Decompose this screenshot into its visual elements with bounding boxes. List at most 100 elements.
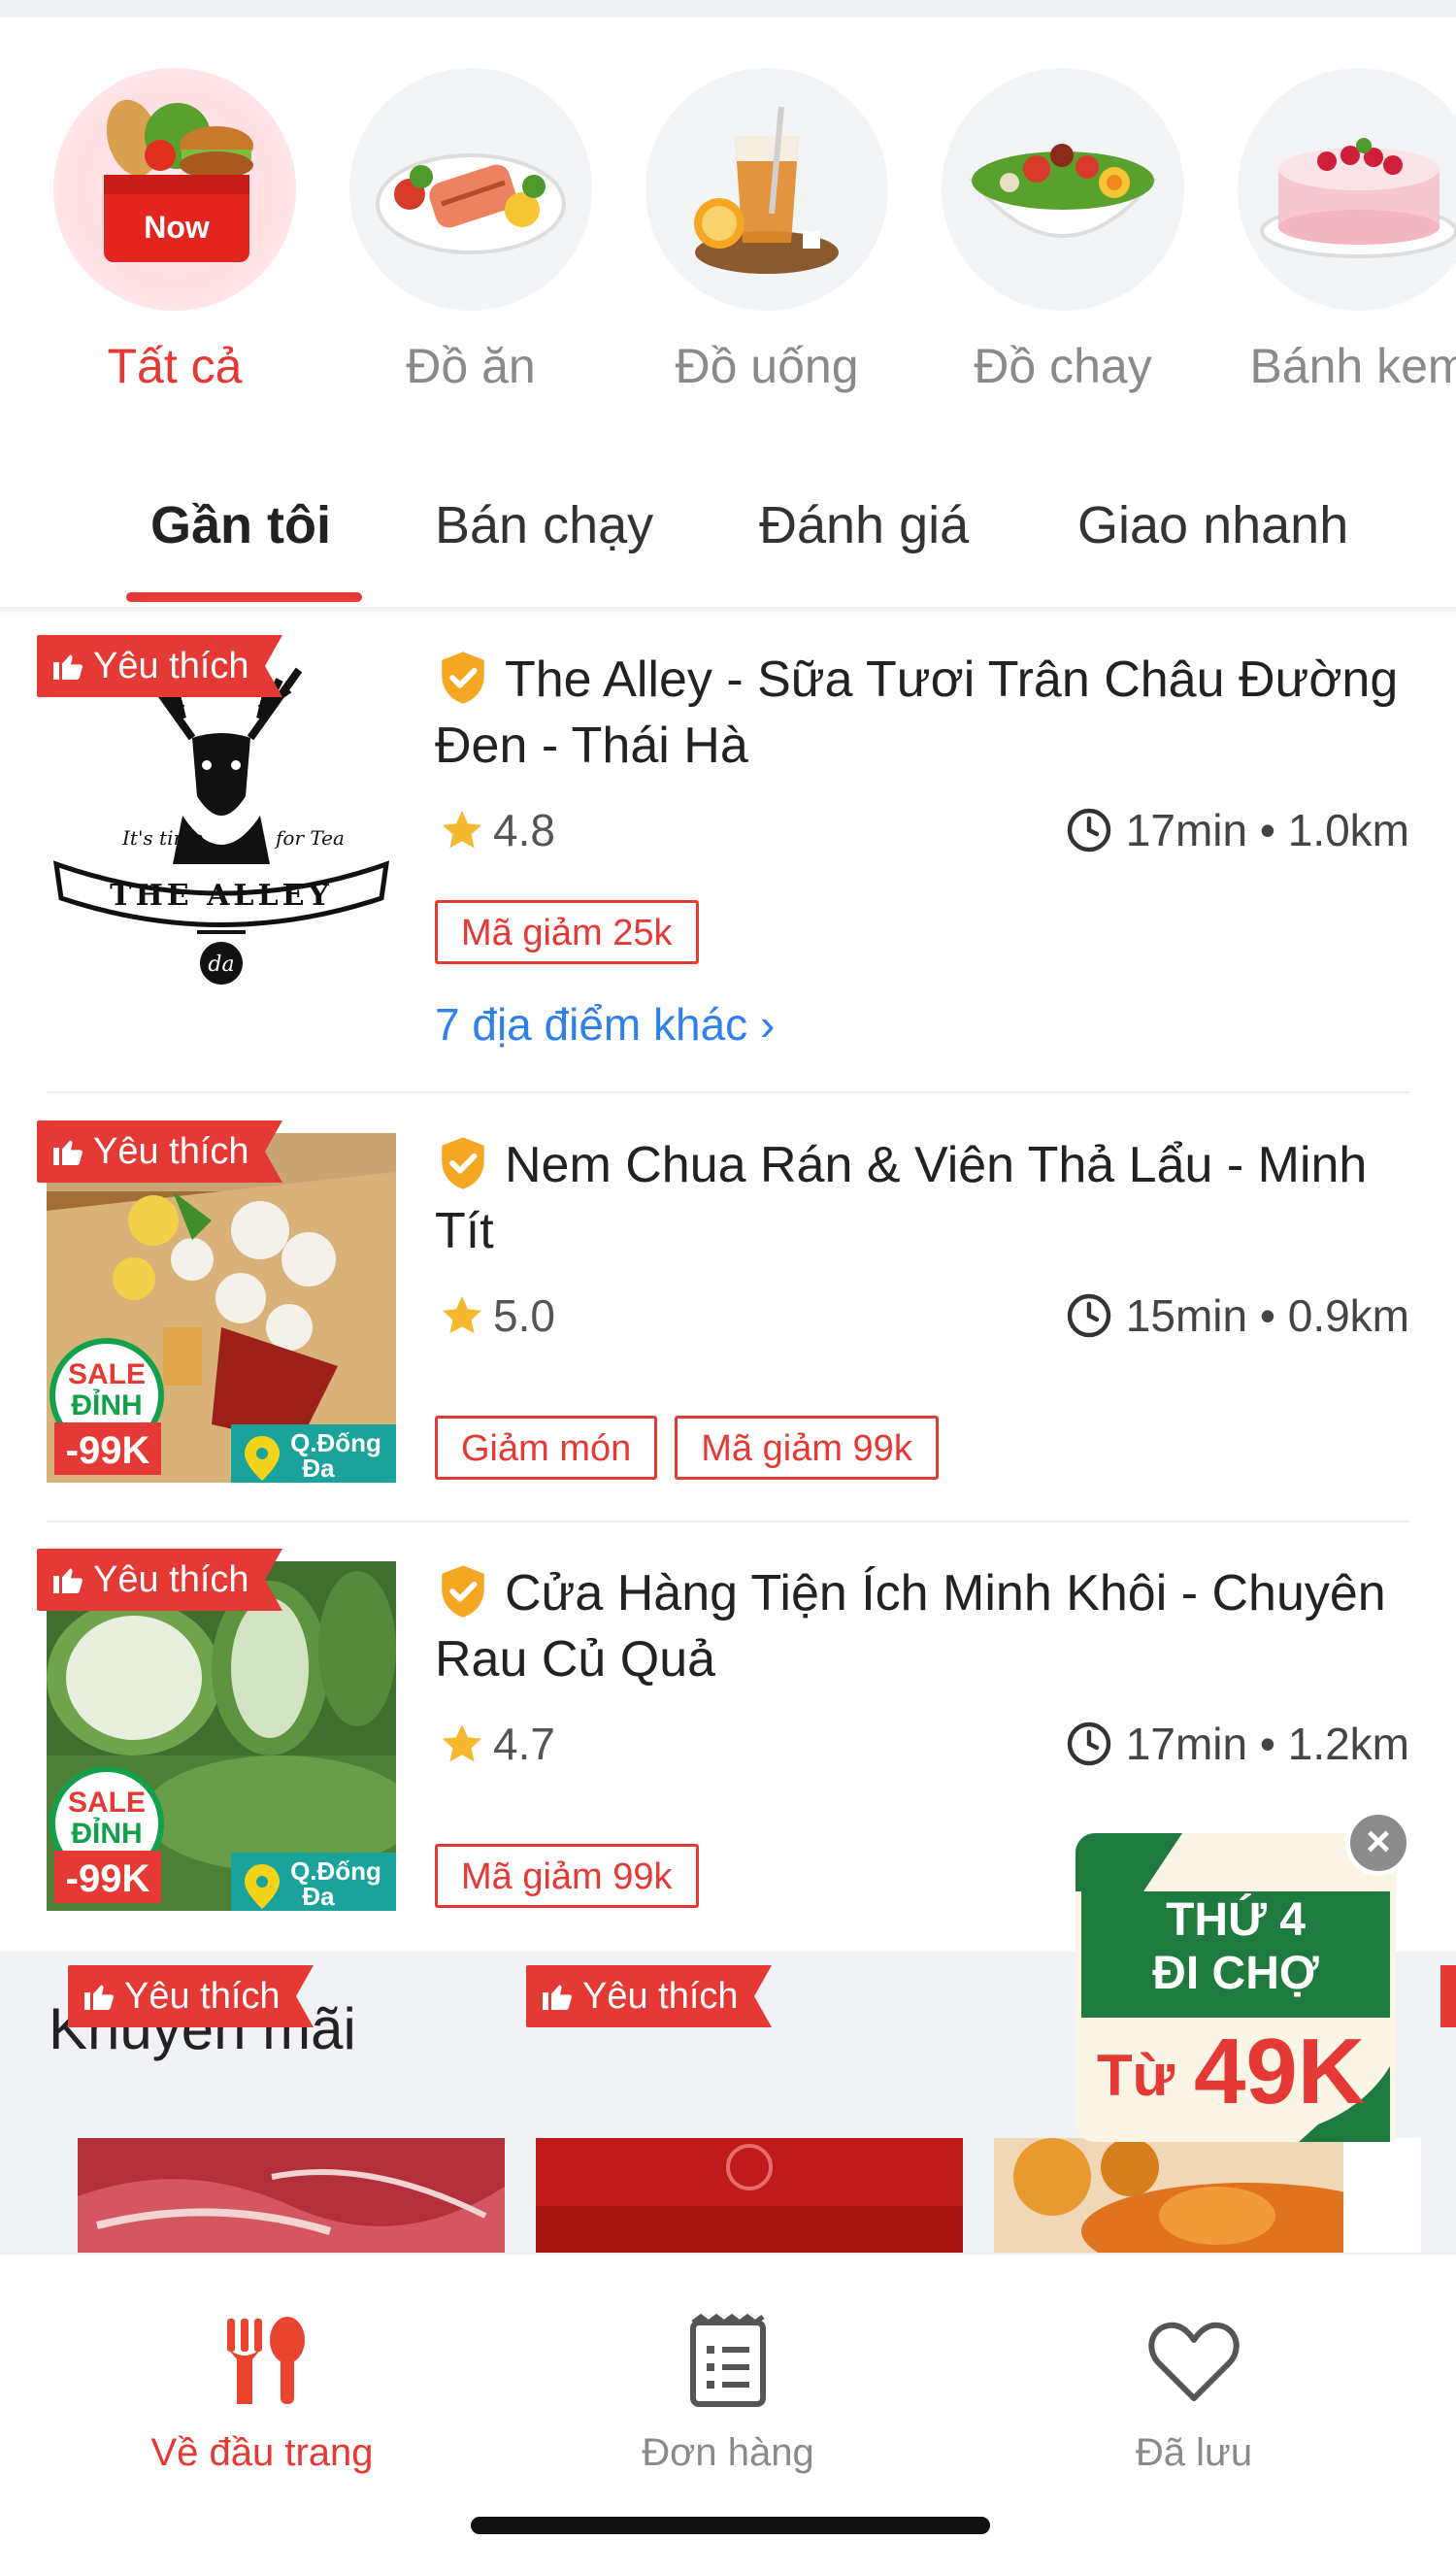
sale-badge-line2: ĐỈNH [71,1388,142,1421]
promo-card[interactable] [536,2138,963,2253]
nav-orders[interactable]: Đơn hàng [544,2313,912,2475]
star-icon [443,810,481,849]
category-label: Đồ chay [974,339,1152,393]
heart-icon [1148,2322,1240,2401]
tabs-shadow [0,607,1456,617]
favorite-badge: Yêu thích [68,1965,314,2027]
logo-mark: da [208,953,234,977]
logo-brand: THE ALLEY [110,879,333,913]
home-indicator [471,2517,990,2534]
promo-tag: Mã giảm 99k [675,1416,939,1480]
verified-shield-icon [442,1137,484,1189]
promo-tag: Mã giảm 99k [435,1844,699,1908]
thumbs-up-icon [543,1985,572,2010]
clock-icon [1067,808,1110,852]
category-label: Đồ ăn [406,339,536,393]
ad-price: 49K [1194,2020,1365,2123]
restaurant-thumbnail[interactable]: SALE ĐỈNH -99K Q.Đống Đa [47,1133,396,1483]
fork-spoon-icon [227,2317,305,2404]
promo-tags: Mã giảm 25k [435,900,716,964]
restaurant-title[interactable]: The Alley - Sữa Tươi Trân Châu Đường Đen… [435,647,1425,779]
category-label: Đồ uống [675,339,859,393]
category-cake[interactable]: Bánh kem [1233,58,1456,394]
restaurant-title[interactable]: Cửa Hàng Tiện Ích Minh Khôi - Chuyên Rau… [435,1560,1425,1692]
restaurant-name: The Alley - Sữa Tươi Trân Châu Đường Đen… [435,652,1399,774]
more-locations-link[interactable]: 7 địa điểm khác › [435,998,775,1051]
salad-bowl-icon [942,68,1184,311]
favorite-label: Yêu thích [582,1976,739,2017]
bottom-navigation: Về đầu trang Đơn hàng Đã lưu [0,2253,1456,2574]
nav-back-to-top[interactable]: Về đầu trang [78,2313,447,2475]
nav-saved[interactable]: Đã lưu [1009,2313,1378,2475]
grilled-salmon-plate-icon [349,68,592,311]
eta-text: 15min • 0.9km [1125,1290,1409,1341]
rating: 4.7 [439,1718,555,1770]
category-all[interactable]: Now Tất cả [49,58,301,394]
restaurant-name: Cửa Hàng Tiện Ích Minh Khôi - Chuyên Rau… [435,1565,1386,1688]
clock-icon [1067,1722,1110,1766]
eta-distance: 17min • 1.0km [1066,804,1409,856]
promo-tag: Mã giảm 25k [435,900,699,964]
favorite-badge: Yêu thích [526,1965,772,2027]
eta-distance: 15min • 0.9km [1066,1289,1409,1342]
verified-shield-icon [442,652,484,704]
tab-near-me[interactable]: Gần tôi [150,495,331,555]
restaurant-name: Nem Chua Rán & Viên Thả Lẩu - Minh Tít [435,1137,1368,1259]
eta-distance: 17min • 1.2km [1066,1718,1409,1770]
favorite-label: Yêu thích [124,1976,281,2017]
thumbs-up-icon [53,1568,83,1593]
promo-card[interactable] [994,2138,1421,2253]
tab-fast-delivery[interactable]: Giao nhanh [1077,495,1348,555]
tab-best-selling[interactable]: Bán chạy [435,495,653,555]
favorite-badge: Yêu thích [37,1120,282,1183]
tab-rating[interactable]: Đánh giá [759,495,969,555]
favorite-badge: Yêu thích [37,635,282,697]
restaurant-card[interactable]: It's time for Tea THE ALLEY da Yêu thích… [0,631,1456,1097]
cake-icon [1238,68,1456,311]
ad-line1: THỨ 4 [1166,1892,1306,1946]
status-bar-strip [0,0,1456,17]
category-row: Now Tất cả Đồ ăn Đồ uống Đồ chay Bánh ke… [0,58,1456,408]
category-drinks[interactable]: Đồ uống [641,58,893,394]
nav-label: Đã lưu [1135,2431,1253,2474]
sale-badge-line1: SALE [68,1358,146,1390]
verified-shield-icon [442,1565,484,1618]
nav-label: Về đầu trang [150,2431,374,2474]
eta-text: 17min • 1.2km [1125,1719,1409,1769]
sale-badge-line1: SALE [68,1787,146,1819]
nav-label: Đơn hàng [642,2431,814,2474]
ad-line2: ĐI CHỢ [1152,1948,1319,1999]
sale-badge-price: -99K [66,1857,150,1900]
rating-value: 4.7 [493,1719,555,1769]
iced-tea-icon [645,68,888,311]
offscreen-favorite-badge [1440,1965,1456,2027]
list-divider [47,1091,1409,1093]
now-badge-text: Now [144,210,210,245]
restaurant-logo[interactable]: It's time for Tea THE ALLEY da [47,651,396,1000]
restaurant-thumbnail[interactable]: SALE ĐỈNH -99K Q.Đống Đa [47,1561,396,1911]
clipboard-list-icon [690,2313,766,2407]
favorite-label: Yêu thích [93,646,249,686]
list-divider [47,1521,1409,1522]
location-tag-line2: Đa [302,1454,335,1483]
floating-promo-banner[interactable]: THỨ 4 ĐI CHỢ Từ 49K [1075,1833,1396,2142]
rating: 4.8 [439,804,555,856]
eta-text: 17min • 1.0km [1125,805,1409,855]
grocery-basket-icon: Now [53,68,296,311]
logo-tagline-right: for Tea [274,826,345,850]
category-food[interactable]: Đồ ăn [345,58,597,394]
promo-card[interactable] [78,2138,505,2253]
category-label: Bánh kem [1249,339,1456,393]
star-icon [443,1723,481,1762]
sort-tabs: Gần tôi Bán chạy Đánh giá Giao nhanh [0,466,1456,607]
thumbs-up-icon [53,654,83,680]
restaurant-title[interactable]: Nem Chua Rán & Viên Thả Lẩu - Minh Tít [435,1132,1425,1264]
close-icon[interactable]: × [1345,1810,1411,1876]
promo-tags: Giảm món Mã giảm 99k [435,1416,956,1480]
star-icon [443,1295,481,1334]
restaurant-card[interactable]: SALE ĐỈNH -99K Q.Đống Đa Yêu thích Nem C… [0,1117,1456,1544]
thumbs-up-icon [84,1985,114,2010]
category-vegetarian[interactable]: Đồ chay [937,58,1189,394]
promo-tag: Giảm món [435,1416,658,1480]
logo-tagline-left: It's time [121,826,203,850]
